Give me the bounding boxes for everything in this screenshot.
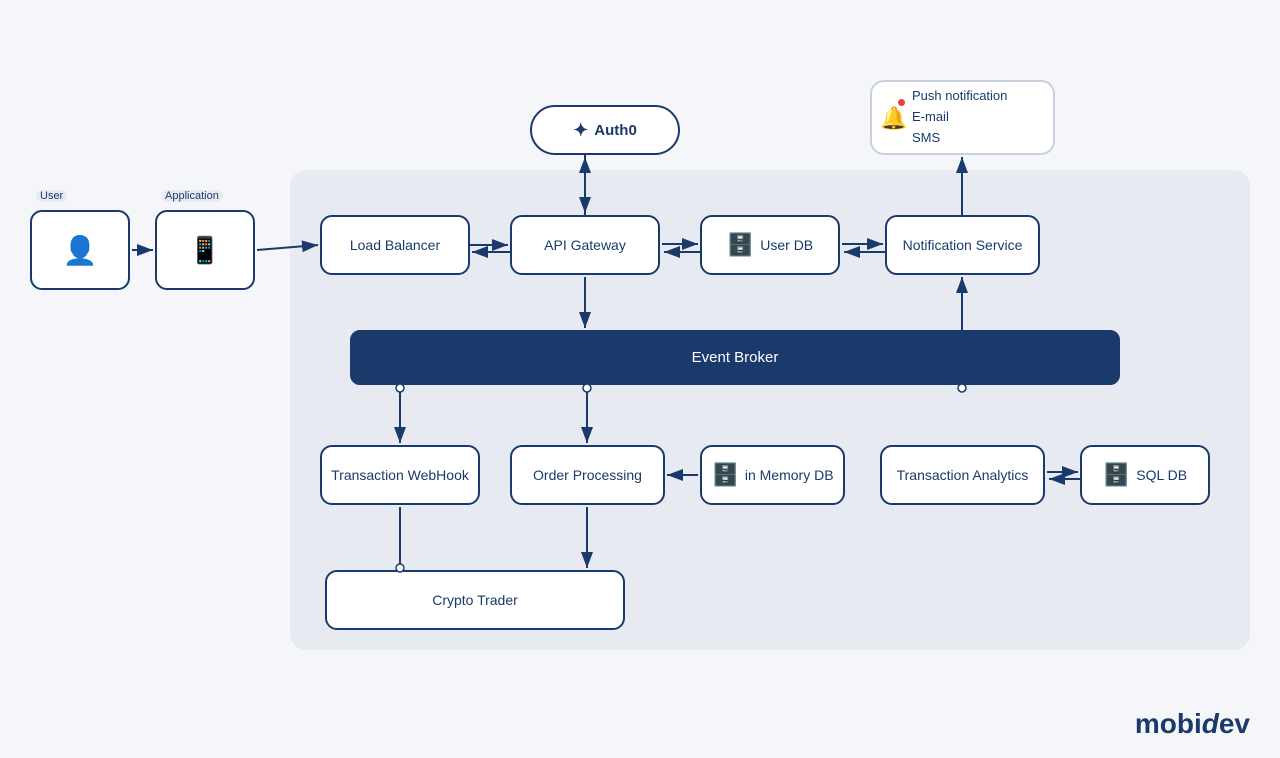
push-line1: Push notification xyxy=(912,86,1007,107)
transaction-webhook-box: Transaction WebHook xyxy=(320,445,480,505)
mobidev-logo: mobidev xyxy=(1135,708,1250,740)
notification-service-label: Notification Service xyxy=(903,237,1023,253)
user-label: User xyxy=(36,190,67,202)
notification-service-box: Notification Service xyxy=(885,215,1040,275)
in-memory-db-box: 🗄️ in Memory DB xyxy=(700,445,845,505)
push-notification-box: 🔔 Push notification E-mail SMS xyxy=(870,80,1055,155)
mobidev-slash: d xyxy=(1202,708,1219,739)
load-balancer-box: Load Balancer xyxy=(320,215,470,275)
transaction-analytics-label: Transaction Analytics xyxy=(897,467,1029,483)
transaction-webhook-label: Transaction WebHook xyxy=(331,467,469,483)
load-balancer-label: Load Balancer xyxy=(350,237,440,253)
auth0-box: ✦ Auth0 xyxy=(530,105,680,155)
crypto-trader-label: Crypto Trader xyxy=(432,592,518,608)
push-line2: E-mail xyxy=(912,107,949,128)
user-db-label: User DB xyxy=(760,237,813,253)
event-broker-box: Event Broker xyxy=(350,330,1120,385)
user-db-icon: 🗄️ xyxy=(727,232,754,258)
event-broker-label: Event Broker xyxy=(692,349,779,366)
transaction-analytics-box: Transaction Analytics xyxy=(880,445,1045,505)
order-processing-label: Order Processing xyxy=(533,467,642,483)
auth0-label: Auth0 xyxy=(594,122,637,139)
in-memory-db-icon: 🗄️ xyxy=(711,462,738,488)
order-processing-box: Order Processing xyxy=(510,445,665,505)
crypto-trader-box: Crypto Trader xyxy=(325,570,625,630)
sql-db-icon: 🗄️ xyxy=(1103,462,1130,488)
api-gateway-label: API Gateway xyxy=(544,237,626,253)
auth0-star-icon: ✦ xyxy=(573,120,588,141)
application-label: Application xyxy=(161,190,223,202)
api-gateway-box: API Gateway xyxy=(510,215,660,275)
application-box: Application 📱 xyxy=(155,210,255,290)
user-box: User 👤 xyxy=(30,210,130,290)
user-icon: 👤 xyxy=(63,234,98,267)
mobile-icon: 📱 xyxy=(189,235,221,266)
in-memory-db-label: in Memory DB xyxy=(745,467,834,483)
sql-db-box: 🗄️ SQL DB xyxy=(1080,445,1210,505)
sql-db-label: SQL DB xyxy=(1136,467,1187,483)
user-db-box: 🗄️ User DB xyxy=(700,215,840,275)
bell-dot xyxy=(898,99,905,106)
push-line3: SMS xyxy=(912,128,940,149)
diagram-container: ✦ Auth0 🔔 Push notification E-mail SMS U… xyxy=(0,0,1280,758)
